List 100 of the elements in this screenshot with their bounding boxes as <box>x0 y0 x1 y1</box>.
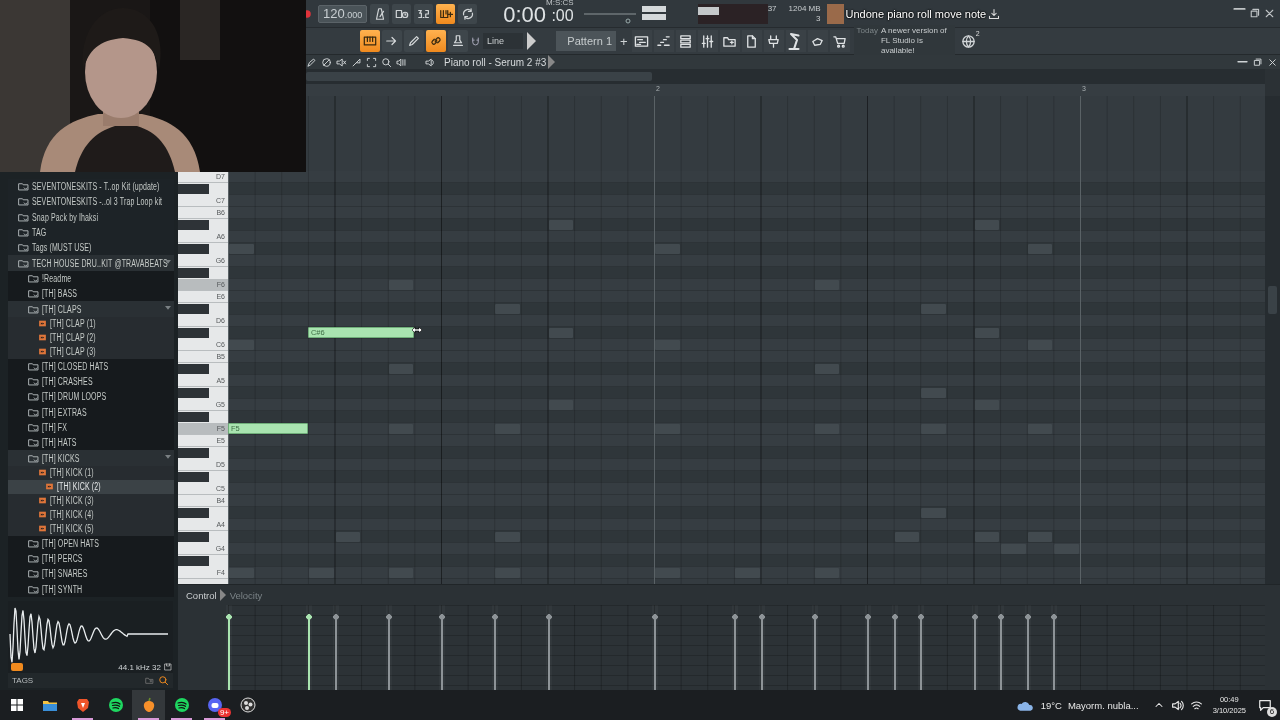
link-button[interactable] <box>426 30 446 52</box>
plug-button[interactable] <box>763 30 784 52</box>
browser-item[interactable]: [TH] SNARES <box>8 566 174 582</box>
lamp-button[interactable] <box>785 30 806 52</box>
song-time: 0:00 <box>503 3 547 27</box>
news-message: A newer version of FL Studio is available! <box>880 26 948 56</box>
pencil-button[interactable] <box>404 30 424 52</box>
ghost-note <box>814 424 840 434</box>
metronome-button[interactable] <box>370 3 390 24</box>
folder-icon <box>28 391 39 403</box>
maximize-icon <box>1252 56 1263 68</box>
add-pattern-button[interactable]: + <box>616 33 632 49</box>
folder-icon <box>18 257 29 269</box>
ghost-note <box>921 304 946 314</box>
ghost-note <box>229 340 254 350</box>
file-button[interactable] <box>741 30 762 52</box>
discord-taskbar-button[interactable]: 9+ <box>198 690 231 720</box>
speaker-icon <box>425 56 436 68</box>
select-tool-button[interactable] <box>366 55 379 69</box>
browser-item[interactable]: [TH] DRUM LOOPS <box>8 389 174 405</box>
ghost-note <box>1027 532 1053 542</box>
snap-dropdown[interactable]: Line <box>483 33 523 49</box>
ghost-note <box>1001 544 1026 554</box>
folder-icon <box>28 360 39 372</box>
notification-icon <box>1258 698 1272 712</box>
caret-icon <box>165 455 171 460</box>
fl-taskbar-button[interactable] <box>132 690 165 720</box>
user-avatar[interactable] <box>826 3 844 24</box>
control-lane-menu[interactable]: Control <box>186 589 226 601</box>
vertical-scrollbar[interactable] <box>1265 96 1280 584</box>
playlist-button[interactable] <box>631 30 652 52</box>
ghost-note <box>1027 424 1053 434</box>
folder-icon <box>18 211 29 223</box>
playlist-icon <box>634 33 650 49</box>
countdown-button[interactable] <box>414 3 434 24</box>
browser-item[interactable]: TECH HOUSE DRU..KIT @TRAVABEATS <box>8 255 174 271</box>
mixer-icon <box>700 33 716 49</box>
ghost-note <box>335 532 361 542</box>
ghost-note <box>921 508 946 518</box>
delete-tool-button[interactable] <box>321 55 334 69</box>
audio-file-icon <box>38 468 47 478</box>
folder-icon <box>18 196 29 208</box>
zoom-tool-button[interactable] <box>381 55 394 69</box>
browser-item[interactable]: [TH] PERCS <box>8 551 174 567</box>
ghost-note <box>921 424 946 434</box>
tempo-display[interactable]: 120.000 <box>318 4 368 23</box>
browser-item[interactable]: [TH] BASS <box>8 286 174 302</box>
hand-button[interactable] <box>807 30 828 52</box>
minimize-icon <box>1237 60 1248 64</box>
mute-icon <box>336 56 347 68</box>
folder-icon <box>28 452 39 464</box>
ghost-note <box>894 532 920 542</box>
horizontal-scrollbar[interactable] <box>306 69 1265 84</box>
ghost-note <box>814 568 840 578</box>
ghost-note <box>388 364 414 374</box>
pattern-selector[interactable]: Pattern 1 <box>556 31 616 51</box>
weather-label: Mayorm. nubla... <box>1067 699 1139 711</box>
browser-item[interactable]: [TH] KICKS <box>8 450 174 466</box>
ghost-note <box>229 568 254 578</box>
arrow-icon <box>385 34 399 48</box>
polyphony-count: 37 <box>767 3 777 14</box>
play-marker[interactable] <box>11 663 23 671</box>
loop-icon <box>460 6 475 21</box>
stepseq-button[interactable] <box>653 30 674 52</box>
scrollbar-thumb[interactable] <box>306 72 652 81</box>
maximize-icon <box>1248 7 1261 20</box>
temperature: 19°C <box>1040 699 1062 711</box>
folder-icon <box>28 288 39 300</box>
ghost-note <box>548 400 574 410</box>
time-format-label: M:S:CS <box>546 0 574 7</box>
wait-button[interactable] <box>392 3 412 24</box>
folder-icon <box>28 422 39 433</box>
pencil-icon <box>407 34 421 48</box>
folder-icon <box>28 537 39 549</box>
globe-icon <box>960 33 976 49</box>
browser-item[interactable]: [TH] CLAPS <box>8 301 174 317</box>
ghost-note <box>974 400 1000 410</box>
stamp-button[interactable] <box>448 30 468 52</box>
mute-tool-button[interactable] <box>336 55 349 69</box>
folder-icon <box>28 272 39 284</box>
folder-icon <box>28 303 39 315</box>
draw-tool-button[interactable] <box>306 55 319 69</box>
close-icon <box>1263 7 1276 20</box>
loop-button[interactable] <box>458 3 478 24</box>
mixer-button[interactable] <box>697 30 718 52</box>
wifi-icon <box>1189 698 1203 712</box>
step-button[interactable] <box>436 3 456 24</box>
pianoroll-button[interactable] <box>360 30 380 52</box>
caret-icon <box>165 306 171 311</box>
cart-button[interactable] <box>829 30 850 52</box>
folder-button[interactable] <box>719 30 740 52</box>
folder-icon <box>28 583 39 595</box>
arrow-button[interactable] <box>382 30 402 52</box>
knife-icon <box>351 56 362 68</box>
folder-icon <box>18 181 29 193</box>
folder-icon <box>28 437 39 449</box>
channels-button[interactable] <box>675 30 696 52</box>
piano-keys-icon <box>363 34 377 48</box>
audio-file-icon <box>38 496 47 506</box>
browser-item[interactable]: [TH] HATS <box>8 435 174 451</box>
